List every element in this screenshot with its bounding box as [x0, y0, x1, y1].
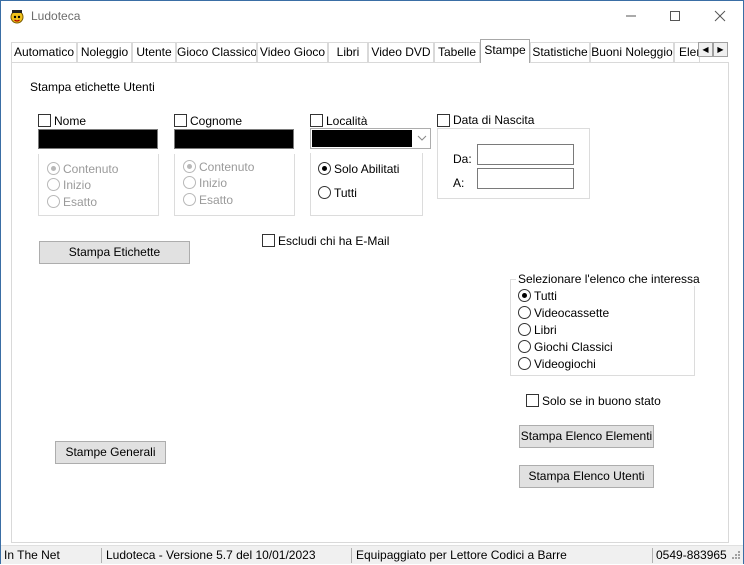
status-separator [351, 548, 352, 563]
stampe-generali-button[interactable]: Stampe Generali [55, 441, 166, 464]
nome-contenuto-label: Contenuto [63, 162, 119, 176]
nome-contenuto-radio[interactable] [47, 162, 60, 175]
status-separator [101, 548, 102, 563]
nome-esatto-radio[interactable] [47, 195, 60, 208]
tab-video-gioco[interactable]: Video Gioco [257, 42, 328, 62]
da-label: Da: [453, 152, 472, 166]
status-phone: 0549-883965 [656, 548, 727, 562]
left-arrow-icon: ◀ [702, 45, 709, 54]
section-title: Stampa etichette Utenti [30, 80, 155, 94]
main-window: Ludoteca Automatico Noleggio Utente Gioc… [0, 0, 744, 564]
elenco-videogiochi-label: Videogiochi [534, 357, 596, 371]
elenco-videocassette-radio[interactable] [518, 306, 531, 319]
elenco-videogiochi-radio[interactable] [518, 357, 531, 370]
tab-utente[interactable]: Utente [132, 42, 176, 62]
cognome-esatto-radio[interactable] [183, 193, 196, 206]
status-device: Equipaggiato per Lettore Codici a Barre [356, 548, 567, 562]
cognome-esatto-label: Esatto [199, 193, 234, 207]
tutti-abilitati-label: Tutti [334, 186, 357, 200]
elenco-tutti-label: Tutti [534, 289, 557, 303]
tab-tabelle[interactable]: Tabelle [434, 42, 480, 62]
tab-buoni-noleggio[interactable]: Buoni Noleggio [590, 42, 674, 62]
nome-checkbox[interactable] [38, 114, 51, 127]
a-label: A: [453, 176, 465, 190]
data-nascita-checkbox[interactable] [437, 114, 450, 127]
cognome-checkbox[interactable] [174, 114, 187, 127]
solo-abilitati-radio[interactable] [318, 162, 331, 175]
stampa-elenco-elementi-button[interactable]: Stampa Elenco Elementi [519, 425, 654, 448]
elenco-libri-label: Libri [534, 323, 557, 337]
nome-inizio-radio[interactable] [47, 178, 60, 191]
cognome-contenuto-radio[interactable] [183, 160, 196, 173]
right-arrow-icon: ▶ [717, 45, 724, 54]
close-button[interactable] [697, 1, 743, 32]
stampa-elenco-utenti-button[interactable]: Stampa Elenco Utenti [519, 465, 654, 488]
tab-scroll-right-button[interactable]: ▶ [713, 42, 728, 57]
maximize-icon [670, 11, 680, 21]
nome-inizio-label: Inizio [63, 178, 92, 192]
nome-esatto-label: Esatto [63, 195, 98, 209]
status-net: In The Net [4, 548, 60, 562]
cognome-contenuto-label: Contenuto [199, 160, 255, 174]
tab-video-dvd[interactable]: Video DVD [368, 42, 434, 62]
escludi-email-label: Escludi chi ha E-Mail [278, 234, 390, 248]
tab-stampe[interactable]: Stampe [480, 39, 530, 63]
tab-gioco-classico[interactable]: Gioco Classico [176, 42, 257, 62]
close-icon [714, 10, 726, 22]
elenco-group-title: Selezionare l'elenco che interessa [516, 272, 702, 286]
a-date-input[interactable] [477, 168, 574, 189]
tab-libri[interactable]: Libri [328, 42, 368, 62]
da-date-input[interactable] [477, 144, 574, 165]
cognome-inizio-label: Inizio [199, 176, 228, 190]
elenco-giochi-classici-radio[interactable] [518, 340, 531, 353]
localita-combo[interactable] [310, 128, 431, 149]
tab-strip: Automatico Noleggio Utente Gioco Classic… [11, 39, 729, 63]
localita-combo-value [312, 130, 412, 147]
elenco-videocassette-label: Videocassette [534, 306, 610, 320]
minimize-icon [626, 15, 636, 17]
localita-checkbox[interactable] [310, 114, 323, 127]
ludoteca-app-icon [9, 8, 25, 24]
maximize-button[interactable] [652, 1, 698, 32]
minimize-button[interactable] [608, 1, 654, 32]
data-nascita-label: Data di Nascita [451, 113, 538, 127]
tab-noleggio[interactable]: Noleggio [77, 42, 132, 62]
localita-label: Località [326, 114, 368, 128]
cognome-input[interactable] [174, 129, 294, 149]
status-separator [652, 548, 653, 563]
window-title: Ludoteca [31, 9, 81, 23]
status-bar: In The Net Ludoteca - Versione 5.7 del 1… [1, 545, 743, 564]
tab-elenchi[interactable]: Eler [674, 42, 700, 62]
elenco-libri-radio[interactable] [518, 323, 531, 336]
tab-automatico[interactable]: Automatico [11, 42, 77, 62]
tutti-abilitati-radio[interactable] [318, 186, 331, 199]
escludi-email-checkbox[interactable] [262, 234, 275, 247]
buono-stato-label: Solo se in buono stato [542, 394, 661, 408]
nome-label: Nome [54, 114, 87, 128]
chevron-down-icon [417, 135, 427, 141]
buono-stato-checkbox[interactable] [526, 394, 539, 407]
cognome-inizio-radio[interactable] [183, 176, 196, 189]
cognome-label: Cognome [190, 114, 243, 128]
stampa-etichette-button[interactable]: Stampa Etichette [39, 241, 190, 264]
resize-grip-icon[interactable] [730, 550, 741, 565]
title-bar[interactable]: Ludoteca [1, 1, 743, 32]
elenco-tutti-radio[interactable] [518, 289, 531, 302]
nome-input[interactable] [38, 129, 158, 149]
tab-scroll-left-button[interactable]: ◀ [698, 42, 713, 57]
solo-abilitati-label: Solo Abilitati [334, 162, 400, 176]
elenco-giochi-classici-label: Giochi Classici [534, 340, 613, 354]
status-version: Ludoteca - Versione 5.7 del 10/01/2023 [106, 548, 316, 562]
tab-statistiche[interactable]: Statistiche [530, 42, 590, 62]
